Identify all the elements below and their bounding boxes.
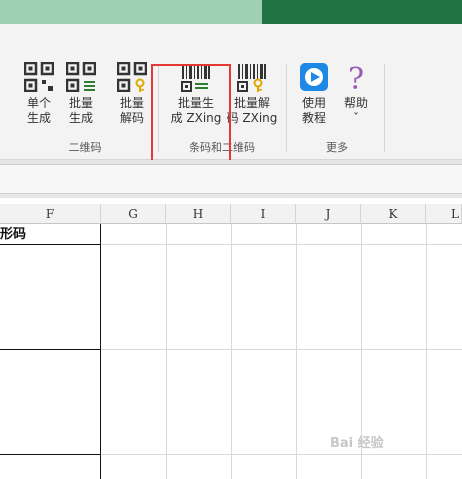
- batch-decode-label-2: 解码: [119, 111, 144, 125]
- column-header-j[interactable]: J: [296, 204, 361, 224]
- batch-decode-button[interactable]: 批量 解码: [115, 62, 149, 126]
- batch-decode-zxing-button[interactable]: 批量解 码 ZXing: [226, 62, 278, 126]
- help-button[interactable]: ? 帮助 ˇ: [339, 62, 373, 126]
- tutorial-button[interactable]: 使用 教程: [297, 62, 331, 126]
- tutorial-label-1: 使用: [301, 96, 326, 110]
- column-header-g[interactable]: G: [101, 204, 166, 224]
- gridline: [231, 224, 232, 479]
- single-generate-button[interactable]: 单个 生成: [22, 62, 56, 126]
- ribbon: 单个 生成 批量 生成 批量 解码 二维码 批量生 成 ZXing 批量解 码 …: [0, 24, 462, 170]
- help-dropdown-chevron-icon[interactable]: ˇ: [353, 111, 359, 125]
- batch-generate-label-1: 批量: [68, 96, 93, 110]
- highlight-annotation: [151, 64, 231, 170]
- batch-decode-label-1: 批量: [119, 96, 144, 110]
- column-header-f[interactable]: F: [0, 204, 101, 224]
- spreadsheet-grid[interactable]: F G H I J K L 条形码: [0, 204, 462, 479]
- batch-generate-button[interactable]: 批量 生成: [64, 62, 98, 126]
- column-header-h[interactable]: H: [166, 204, 231, 224]
- svg-text:?: ?: [348, 62, 364, 92]
- watermark: Bai 经验: [330, 436, 384, 451]
- title-bar: [0, 0, 462, 24]
- active-tab-area: [0, 0, 262, 24]
- help-question-icon: ?: [348, 62, 364, 92]
- qr-code-icon: [24, 62, 54, 92]
- gridline: [166, 224, 167, 479]
- cell-border: [100, 224, 101, 479]
- single-generate-label-1: 单个: [26, 96, 51, 110]
- batch-decode-zxing-label-1: 批量解: [233, 96, 270, 110]
- column-header-k[interactable]: K: [361, 204, 426, 224]
- qr-code-batch-icon: [66, 62, 96, 92]
- cell-border: [0, 454, 101, 455]
- tutorial-label-2: 教程: [301, 111, 326, 125]
- gridline: [296, 224, 297, 479]
- gridline: [426, 224, 427, 479]
- cell-border: [0, 349, 101, 350]
- cell-f1[interactable]: 条形码: [0, 225, 26, 245]
- barcode-decode-icon: [237, 64, 266, 92]
- column-header-l[interactable]: L: [426, 204, 462, 224]
- group-divider: [286, 64, 287, 152]
- group-divider: [384, 64, 385, 152]
- batch-decode-zxing-label-2: 码 ZXing: [226, 111, 278, 125]
- formula-bar-area: [0, 160, 462, 198]
- batch-generate-label-2: 生成: [68, 111, 93, 125]
- qr-code-decode-icon: [117, 62, 147, 92]
- help-label: 帮助: [343, 96, 368, 110]
- formula-bar[interactable]: [0, 164, 462, 194]
- column-header-i[interactable]: I: [231, 204, 296, 224]
- qr-group-label: 二维码: [68, 141, 102, 154]
- play-tutorial-icon: [300, 63, 328, 91]
- single-generate-label-2: 生成: [26, 111, 51, 125]
- more-group-label: 更多: [326, 141, 348, 154]
